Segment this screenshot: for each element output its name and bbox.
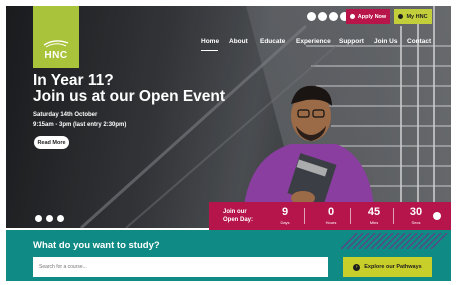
my-hnc-label: My HNC <box>406 13 428 20</box>
logo-text: HNC <box>44 50 68 61</box>
nav-home[interactable]: Home <box>201 38 219 45</box>
carousel-next-icon[interactable] <box>57 215 64 222</box>
user-icon <box>398 14 404 19</box>
countdown-label-line1: Join our <box>223 209 247 215</box>
nav-join-us[interactable]: Join Us <box>374 38 397 45</box>
countdown-mins-unit: Mins <box>369 220 379 225</box>
my-hnc-button[interactable]: My HNC <box>394 9 432 24</box>
event-time: 9:15am - 3pm (last entry 2:30pm) <box>33 122 127 128</box>
countdown-label-line2: Open Day: <box>223 217 254 223</box>
twitter-icon[interactable] <box>329 12 338 21</box>
read-more-button[interactable]: Read More <box>34 136 69 149</box>
logo-swoosh-icon <box>43 40 69 48</box>
hnc-logo[interactable]: HNC <box>33 6 79 68</box>
nav-experience[interactable]: Experience <box>296 38 331 45</box>
hero-headline-line2: Join us at our Open Event <box>33 88 226 105</box>
apply-now-label: Apply Now <box>357 13 387 20</box>
nav-about[interactable]: About <box>229 38 248 45</box>
nav-contact[interactable]: Contact <box>407 38 431 45</box>
countdown-hours-unit: Hours <box>325 220 337 225</box>
countdown-arrow-icon[interactable] <box>433 212 441 220</box>
study-heading: What do you want to study? <box>33 240 160 251</box>
nav-active-indicator <box>201 50 218 51</box>
countdown-divider <box>350 208 351 224</box>
course-search-panel: What do you want to study? › Explore our… <box>6 230 451 281</box>
countdown-hours-value: 0 <box>327 206 335 218</box>
countdown-divider <box>393 208 394 224</box>
countdown-label: Join our Open Day: <box>223 208 253 224</box>
explore-pathways-label: Explore our Pathways <box>364 264 422 270</box>
carousel-pause-icon[interactable] <box>46 215 53 222</box>
page-frame: HNC Apply Now My HNC Home About Educate … <box>6 6 451 281</box>
countdown-secs-value: 30 <box>409 206 423 218</box>
explore-pathways-button[interactable]: › Explore our Pathways <box>343 257 432 277</box>
hero-banner: HNC Apply Now My HNC Home About Educate … <box>6 6 451 228</box>
search-icon[interactable] <box>307 12 316 21</box>
event-date: Saturday 14th October <box>33 112 98 118</box>
decorative-pattern <box>341 233 448 249</box>
apply-now-button[interactable]: Apply Now <box>346 9 390 24</box>
countdown-secs-unit: Secs <box>411 220 421 225</box>
apply-icon <box>349 14 355 19</box>
carousel-prev-icon[interactable] <box>35 215 42 222</box>
nav-educate[interactable]: Educate <box>260 38 285 45</box>
countdown-days-value: 9 <box>281 206 289 218</box>
arrow-right-icon: › <box>353 263 361 271</box>
countdown-days-unit: Days <box>280 220 290 225</box>
facebook-icon[interactable] <box>318 12 327 21</box>
nav-support[interactable]: Support <box>339 38 364 45</box>
open-day-countdown: Join our Open Day: 9 Days 0 Hours 45 Min… <box>209 202 451 231</box>
hero-headline-line1: In Year 11? <box>33 72 114 89</box>
countdown-divider <box>304 208 305 224</box>
countdown-mins-value: 45 <box>367 206 381 218</box>
course-search-input[interactable] <box>33 257 328 277</box>
